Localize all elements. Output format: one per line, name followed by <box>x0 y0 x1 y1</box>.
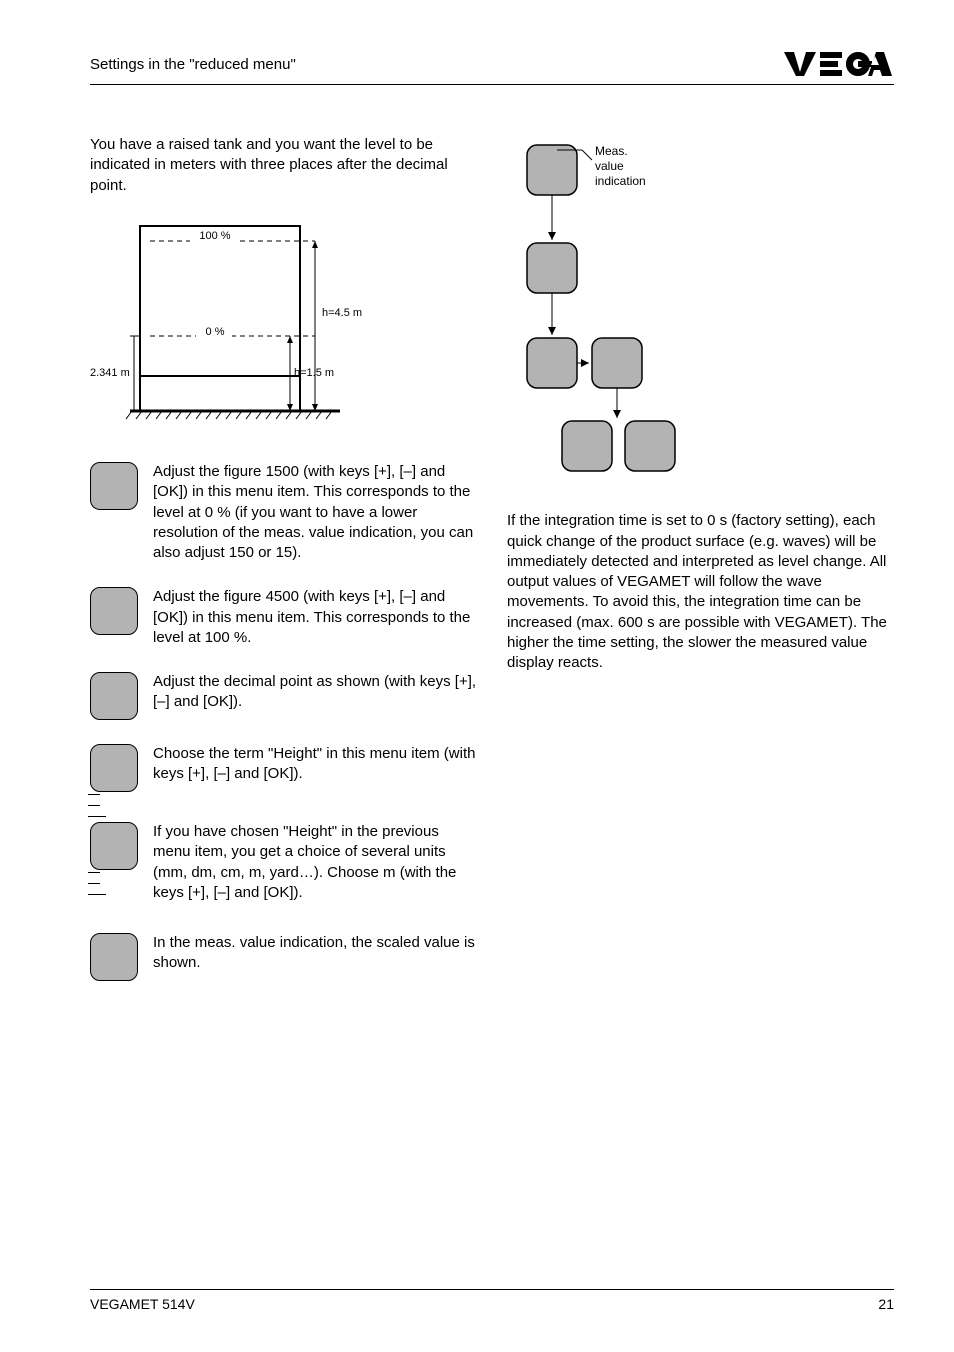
flow-diagram: Meas. value indication <box>507 135 894 481</box>
svg-text:value: value <box>595 159 624 173</box>
footer-page-number: 21 <box>878 1296 894 1312</box>
label-h45: h=4.5 m <box>322 307 362 319</box>
menu-item-1-text: Adjust the figure 1500 (with keys [+], [… <box>153 462 477 563</box>
page-header-title: Settings in the "reduced menu" <box>90 56 296 73</box>
svg-text:indication: indication <box>595 174 646 188</box>
menu-item-icon <box>90 587 138 635</box>
intro-text: You have a raised tank and you want the … <box>90 135 477 196</box>
menu-item-6-text: In the meas. value indication, the scale… <box>153 933 477 981</box>
vega-logo <box>784 50 894 78</box>
menu-item-icon <box>90 744 138 792</box>
menu-item-icon <box>90 672 138 720</box>
label-left-height: 2.341 m <box>90 367 130 379</box>
menu-item-5-text: If you have chosen "Height" in the previ… <box>153 822 477 903</box>
menu-item-2-text: Adjust the figure 4500 (with keys [+], [… <box>153 587 477 648</box>
label-0: 0 % <box>206 326 225 338</box>
integration-time-text: If the integration time is set to 0 s (f… <box>507 511 894 673</box>
tank-diagram: 100 % 0 % h=4.5 m h=1.5 m <box>90 216 477 432</box>
tick-marks <box>88 872 106 905</box>
menu-item-3-text: Adjust the decimal point as shown (with … <box>153 672 477 720</box>
label-h15: h=1.5 m <box>294 367 334 379</box>
footer-product: VEGAMET 514V <box>90 1296 195 1312</box>
menu-item-icon <box>90 462 138 510</box>
svg-text:Meas.: Meas. <box>595 144 628 158</box>
label-100: 100 % <box>199 230 230 242</box>
menu-item-icon <box>90 933 138 981</box>
menu-item-icon <box>90 822 138 870</box>
menu-item-4-text: Choose the term "Height" in this menu it… <box>153 744 477 792</box>
